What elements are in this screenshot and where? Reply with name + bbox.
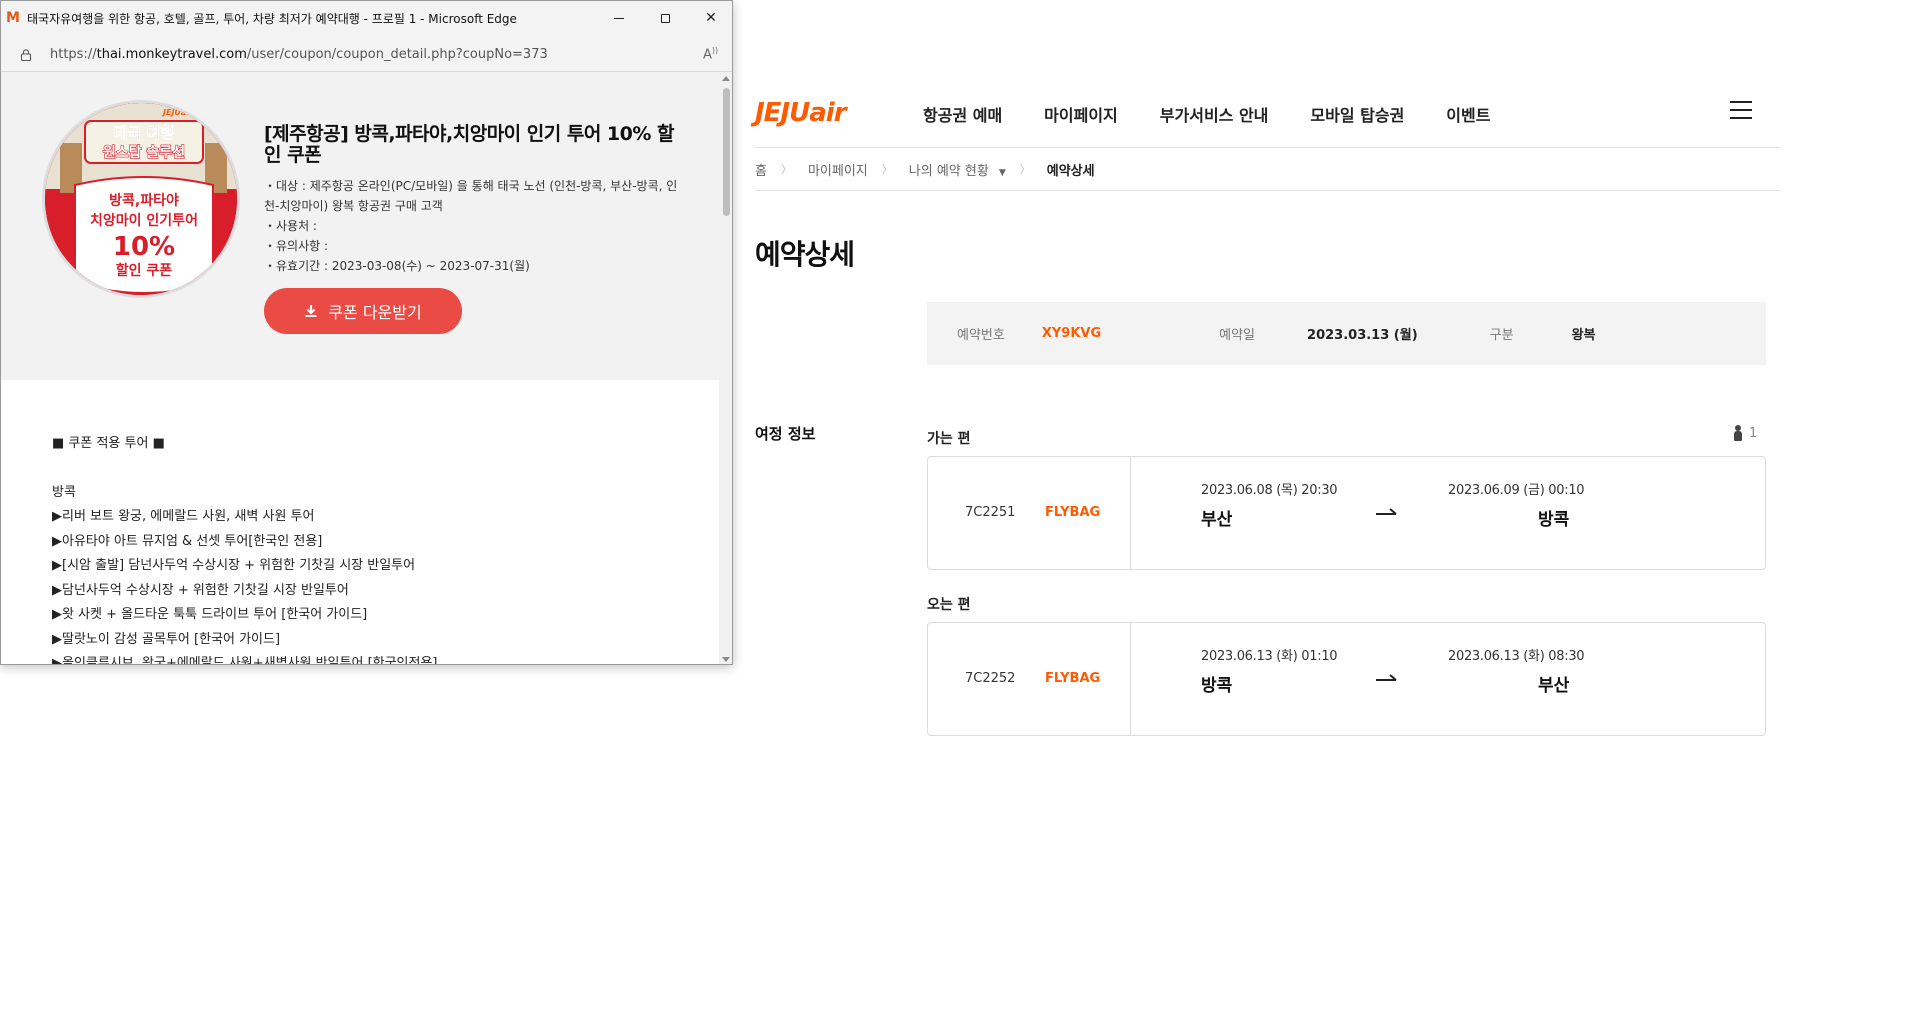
list-item: ▶담넌사두억 수상시장 + 위험한 기찻길 시장 반일투어 — [52, 582, 349, 598]
passenger-count-value: 1 — [1749, 425, 1758, 441]
window-title: 태국자유여행을 위한 항공, 호텔, 골프, 투어, 차량 최저가 예약대행 -… — [27, 12, 517, 26]
reservation-date-label: 예약일 — [1219, 328, 1256, 343]
fare-type: FLYBAG — [1045, 505, 1101, 520]
coupon-image-text: 치앙마이 인기투어 — [90, 212, 198, 229]
read-aloud-icon[interactable]: A)) — [703, 46, 718, 62]
outbound-flight-card: 7C2251 FLYBAG 2023.06.08 (목) 20:30 2023.… — [927, 456, 1766, 570]
departure-time: 2023.06.08 (목) 20:30 — [1201, 483, 1338, 498]
nav-item-mobile-boarding-pass[interactable]: 모바일 탑승권 — [1310, 102, 1404, 126]
close-button[interactable]: ✕ — [688, 1, 732, 35]
tour-list-heading: ■ 쿠폰 적용 투어 ■ — [52, 436, 165, 451]
departure-city: 부산 — [1201, 510, 1233, 530]
breadcrumb-my-reservations[interactable]: 나의 예약 현황 ▼ — [909, 160, 1006, 179]
flight-number: 7C2252 — [965, 671, 1016, 686]
trip-type: 왕복 — [1571, 328, 1596, 343]
tour-region: 방콕 — [52, 484, 76, 500]
coupon-image-text: 태국 여행 — [114, 124, 174, 142]
chevron-right-icon: 〉 — [780, 163, 792, 176]
breadcrumb: 홈 〉 마이페이지 〉 나의 예약 현황 ▼ 〉 예약상세 — [755, 148, 1780, 191]
arrival-time: 2023.06.13 (화) 08:30 — [1448, 649, 1585, 664]
scrollbar-thumb[interactable] — [723, 88, 730, 216]
jejuair-logo[interactable]: JEJUair — [755, 98, 847, 128]
vertical-scrollbar[interactable] — [719, 72, 732, 664]
breadcrumb-mypage[interactable]: 마이페이지 — [808, 160, 868, 179]
coupon-notes: ・유의사항 : — [264, 239, 329, 253]
person-icon — [1733, 425, 1743, 441]
reservation-number-label: 예약번호 — [957, 328, 1005, 343]
list-item: ▶리버 보트 왕궁, 에메랄드 사원, 새벽 사원 투어 — [52, 509, 315, 524]
flight-arrow-icon — [1376, 674, 1397, 681]
maximize-button[interactable] — [642, 1, 688, 35]
nav-item-flight-booking[interactable]: 항공권 예매 — [923, 102, 1002, 126]
coupon-image: 태국 여행 원스탑 솔루션 JEJUair 방콕,파타야 치앙마이 인기투어 1… — [42, 100, 240, 298]
reservation-date: 2023.03.13 (월) — [1307, 328, 1418, 343]
coupon-image-text: 방콕,파타야 — [109, 192, 179, 209]
inbound-label: 오는 편 — [927, 597, 971, 613]
coupon-download-button[interactable]: 쿠폰 다운받기 — [264, 288, 462, 334]
coupon-image-text: 10% — [113, 232, 175, 262]
nav-item-events[interactable]: 이벤트 — [1446, 102, 1490, 126]
coupon-info: ・대상 : 제주항공 온라인(PC/모바일) 을 통해 태국 노선 (인천-방콕… — [264, 176, 684, 276]
lock-icon[interactable] — [20, 49, 32, 61]
page-title: 예약상세 — [755, 238, 855, 271]
flight-number: 7C2251 — [965, 505, 1016, 520]
chevron-right-icon: 〉 — [881, 163, 893, 176]
address-bar[interactable]: https://thai.monkeytravel.com/user/coupo… — [1, 35, 732, 72]
maximize-icon — [660, 13, 670, 23]
departure-city: 방콕 — [1201, 676, 1233, 696]
edge-popup-window: M 태국자유여행을 위한 항공, 호텔, 골프, 투어, 차량 최저가 예약대행… — [0, 0, 733, 665]
breadcrumb-current: 예약상세 — [1046, 163, 1095, 179]
coupon-target: ・대상 : 제주항공 온라인(PC/모바일) 을 통해 태국 노선 (인천-방콕… — [264, 179, 678, 213]
download-icon — [305, 305, 317, 317]
passenger-count: 1 — [1733, 425, 1757, 441]
flight-card-left — [928, 457, 1131, 569]
list-item: ▶올인클루시브, 왕궁+에메랄드 사원+새벽사원 반일투어 [한국인전용] — [52, 656, 438, 665]
coupon-image-logo: JEJUair — [161, 108, 194, 117]
window-titlebar[interactable]: M 태국자유여행을 위한 항공, 호텔, 골프, 투어, 차량 최저가 예약대행… — [1, 1, 732, 35]
coupon-title: [제주항공] 방콕,파타야,치앙마이 인기 투어 10% 할인 쿠폰 — [264, 123, 675, 166]
coupon-image-text: 원스탑 솔루션 — [103, 144, 185, 161]
popup-content: 태국 여행 원스탑 솔루션 JEJUair 방콕,파타야 치앙마이 인기투어 1… — [1, 72, 719, 665]
minimize-button[interactable] — [596, 1, 642, 35]
minimize-icon — [614, 17, 624, 19]
coupon-download-label: 쿠폰 다운받기 — [328, 303, 422, 322]
main-nav: 항공권 예매 마이페이지 부가서비스 안내 모바일 탑승권 이벤트 — [923, 102, 1532, 126]
inbound-flight-card: 7C2252 FLYBAG 2023.06.13 (화) 01:10 2023.… — [927, 622, 1766, 736]
fare-type: FLYBAG — [1045, 671, 1101, 686]
arrival-city: 부산 — [1538, 676, 1570, 696]
breadcrumb-home[interactable]: 홈 — [755, 160, 767, 179]
flight-card-left — [928, 623, 1131, 735]
hamburger-menu-icon[interactable] — [1730, 101, 1752, 119]
scroll-up-arrow-icon[interactable] — [722, 76, 730, 81]
list-item: ▶딸랏노이 감성 골목투어 [한국어 가이드] — [52, 631, 281, 647]
caret-down-icon: ▼ — [998, 167, 1006, 178]
arrival-time: 2023.06.09 (금) 00:10 — [1448, 483, 1585, 498]
scroll-down-arrow-icon[interactable] — [722, 657, 730, 662]
nav-item-mypage[interactable]: 마이페이지 — [1044, 102, 1118, 126]
trip-type-label: 구분 — [1489, 328, 1514, 343]
nav-item-extra-services[interactable]: 부가서비스 안내 — [1160, 102, 1269, 126]
flight-arrow-icon — [1376, 508, 1397, 515]
outbound-label: 가는 편 — [927, 431, 971, 447]
site-header: JEJUair 항공권 예매 마이페이지 부가서비스 안내 모바일 탑승권 이벤… — [755, 78, 1780, 148]
coupon-image-text: 할인 쿠폰 — [116, 262, 173, 279]
coupon-usage: ・사용처 : — [264, 219, 317, 233]
list-item: ▶아유타야 아트 뮤지엄 & 선셋 투어[한국인 전용] — [52, 533, 323, 549]
list-item: ▶왓 사켓 + 올드타운 툭툭 드라이브 투어 [한국어 가이드] — [52, 607, 368, 622]
itinerary-section-label: 여정 정보 — [755, 425, 816, 443]
url-text[interactable]: https://thai.monkeytravel.com/user/coupo… — [50, 47, 548, 62]
departure-time: 2023.06.13 (화) 01:10 — [1201, 649, 1338, 664]
reservation-summary: 예약번호 XY9KVG 예약일 2023.03.13 (월) 구분 왕복 — [927, 302, 1766, 365]
list-item: ▶[시암 출발] 담넌사두억 수상시장 + 위험한 기찻길 시장 반일투어 — [52, 558, 416, 573]
reservation-number: XY9KVG — [1041, 326, 1102, 341]
monkeytravel-favicon-icon: M — [6, 10, 20, 26]
close-icon: ✕ — [705, 10, 717, 26]
applicable-tour-list: ■ 쿠폰 적용 투어 ■ 방콕 ▶리버 보트 왕궁, 에메랄드 사원, 새벽 사… — [52, 432, 438, 665]
coupon-validity: ・유효기간 : 2023-03-08(수) ~ 2023-07-31(월) — [264, 259, 530, 273]
coupon-illustration: 태국 여행 원스탑 솔루션 JEJUair 방콕,파타야 치앙마이 인기투어 1… — [45, 103, 237, 295]
arrival-city: 방콕 — [1538, 510, 1570, 530]
chevron-right-icon: 〉 — [1019, 163, 1031, 176]
coupon-header: 태국 여행 원스탑 솔루션 JEJUair 방콕,파타야 치앙마이 인기투어 1… — [1, 72, 719, 380]
